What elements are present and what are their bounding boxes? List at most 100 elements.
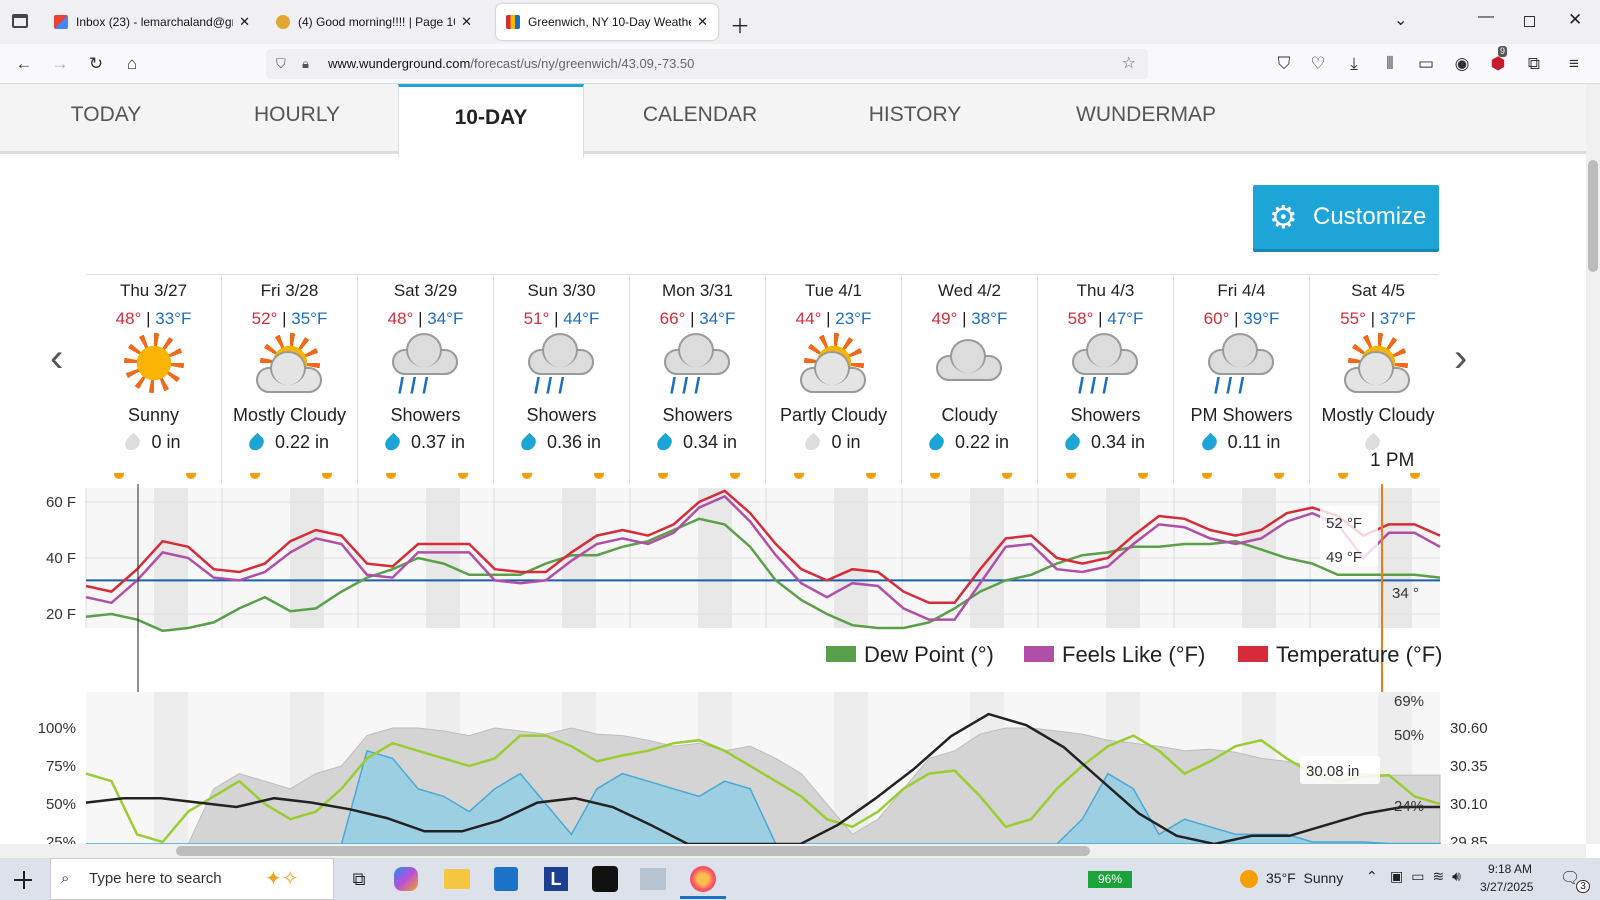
browser-tab-gmail[interactable]: Inbox (23) - lemarchaland@gmail.com ✕ <box>44 4 260 40</box>
tab-list-icon[interactable] <box>12 14 28 28</box>
task-view-icon[interactable]: ⧉ <box>344 864 374 894</box>
day-temps: 66° | 34°F <box>659 309 736 328</box>
taskbar-search[interactable]: ⌕ Type here to search ✦✧ <box>50 858 334 900</box>
high-temp: 60° <box>1203 309 1230 328</box>
menu-icon[interactable]: ≡ <box>1562 52 1586 76</box>
account-icon[interactable]: ◉ <box>1450 52 1474 76</box>
tab-hourly[interactable]: HOURLY <box>226 84 368 154</box>
battery-indicator[interactable]: 96% <box>1088 871 1132 888</box>
browser-tab-forum[interactable]: (4) Good morning!!!! | Page 102 ✕ <box>266 4 482 40</box>
clock-date[interactable]: 3/27/2025 <box>1480 880 1533 894</box>
forecast-day[interactable]: Fri 4/4 60° | 39°F///PM Showers 0.11 in <box>1174 275 1310 485</box>
day-precip: 0.34 in <box>630 432 765 454</box>
low-temp: 33°F <box>155 309 192 328</box>
weather-sun-icon[interactable] <box>1240 870 1258 888</box>
extensions-icon[interactable]: ⧉ <box>1522 52 1546 76</box>
firefox-active-indicator <box>680 896 726 899</box>
raindrop-icon <box>1198 432 1220 454</box>
high-temp: 49° <box>931 309 958 328</box>
vertical-scrollbar[interactable] <box>1586 84 1600 844</box>
close-icon[interactable]: ✕ <box>461 14 472 30</box>
tab-10-day[interactable]: 10-DAY <box>398 84 584 157</box>
tray-icons[interactable]: ▣▭≋🔊︎ <box>1390 868 1469 885</box>
right-axis-label: 30.35 <box>1450 758 1488 775</box>
forecast-day[interactable]: Sat 3/29 48° | 34°F///Showers 0.37 in <box>358 275 494 485</box>
previous-arrow-icon[interactable]: ‹ <box>50 336 63 381</box>
high-temp: 55° <box>1340 309 1366 328</box>
library-icon[interactable]: ⫴ <box>1378 52 1402 76</box>
save-to-pocket-icon[interactable]: ⛉ <box>1272 52 1296 76</box>
tab-history[interactable]: HISTORY <box>850 84 980 154</box>
back-icon[interactable]: ← <box>12 52 36 76</box>
next-arrow-icon[interactable]: › <box>1454 336 1467 381</box>
forecast-day[interactable]: Tue 4/1 44° | 23°F Partly Cloudy 0 in <box>766 275 902 485</box>
day-temps: 51° | 44°F <box>523 309 600 328</box>
download-icon[interactable]: ⤓ <box>1342 52 1366 76</box>
day-precip: 0.36 in <box>494 432 629 454</box>
tray-chevron-icon[interactable]: ⌃ <box>1366 868 1378 885</box>
day-name: Mon 3/31 <box>662 281 733 300</box>
reader-view-icon[interactable]: ▭ <box>1414 52 1438 76</box>
clock-time[interactable]: 9:18 AM <box>1488 862 1532 876</box>
minimize-icon[interactable]: — <box>1478 8 1494 26</box>
forecast-day[interactable]: Thu 4/3 58° | 47°F///Showers 0.34 in <box>1038 275 1174 485</box>
day-condition: Mostly Cloudy <box>1321 405 1435 425</box>
copilot-icon[interactable] <box>394 867 418 891</box>
precip-amount: 0.11 in <box>1227 432 1281 452</box>
store-icon[interactable] <box>494 867 518 891</box>
high-temp: 48° <box>387 309 414 328</box>
right-axis-label: 29.85 <box>1450 834 1488 844</box>
raindrop-icon <box>246 432 267 454</box>
forecast-day[interactable]: Fri 3/28 52° | 35°F Mostly Cloudy 0.22 in <box>222 275 358 485</box>
y-axis-label: 40 F <box>46 550 76 567</box>
browser-tab-weather[interactable]: Greenwich, NY 10-Day Weather ✕ <box>496 4 718 40</box>
url-domain: www.wunderground.com <box>328 56 471 71</box>
lock-icon[interactable]: 🔒︎ <box>302 49 309 79</box>
new-tab-icon[interactable]: ＋ <box>730 10 750 39</box>
close-icon[interactable]: ✕ <box>697 14 708 30</box>
chevron-down-icon[interactable]: ⌄ <box>1394 10 1407 30</box>
left-axis-label: 25% <box>46 834 76 844</box>
home-icon[interactable]: ⌂ <box>120 52 144 76</box>
left-axis-label: 100% <box>38 720 76 737</box>
close-icon[interactable]: ✕ <box>239 14 250 30</box>
forecast-day[interactable]: Wed 4/2 49° | 38°F Cloudy 0.22 in <box>902 275 1038 485</box>
forecast-charts: 60 F 40 F 20 F 52 °F 49 °F 34 ° Dew Point (°) F… <box>38 484 1488 844</box>
day-precip: 0 in <box>86 432 221 454</box>
horizontal-scrollbar[interactable] <box>0 844 1586 858</box>
sunrise-marker <box>1066 473 1076 479</box>
adblock-icon[interactable]: ⬢ 9 <box>1486 46 1510 76</box>
forecast-day[interactable]: Sun 3/30 51° | 44°F///Showers 0.36 in <box>494 275 630 485</box>
reload-icon[interactable]: ↻ <box>84 52 108 76</box>
showers-icon: /// <box>494 329 629 405</box>
close-window-icon[interactable]: ✕ <box>1568 10 1582 30</box>
l-app-icon[interactable]: L <box>544 867 568 891</box>
tab-title: Greenwich, NY 10-Day Weather <box>528 15 692 29</box>
day-name: Sat 3/29 <box>393 281 458 300</box>
firefox-icon[interactable] <box>690 866 716 892</box>
forward-icon[interactable]: → <box>48 52 72 76</box>
photos-icon[interactable] <box>640 868 666 890</box>
shield-icon[interactable]: ⛉ <box>276 49 286 79</box>
forecast-day[interactable]: Thu 3/27 48° | 33°F Sunny 0 in <box>86 275 222 485</box>
restore-icon[interactable] <box>1524 16 1535 27</box>
file-explorer-icon[interactable] <box>444 869 470 889</box>
forecast-day[interactable]: Mon 3/31 66° | 34°F///Showers 0.34 in <box>630 275 766 485</box>
legend-label: Dew Point (°) <box>864 642 994 667</box>
weather-text[interactable]: 35°F Sunny <box>1266 870 1343 886</box>
tab-today[interactable]: TODAY <box>40 84 172 154</box>
windows-start-icon[interactable] <box>14 871 32 889</box>
tab-calendar[interactable]: CALENDAR <box>620 84 780 154</box>
bookmark-star-icon[interactable]: ☆ <box>1122 49 1136 79</box>
pocket-icon[interactable]: ♡ <box>1306 52 1330 76</box>
hscroll-thumb[interactable] <box>176 846 1090 856</box>
day-temps: 52° | 35°F <box>251 309 328 328</box>
url-bar[interactable]: ⛉ 🔒︎ www.wunderground.com/forecast/us/ny… <box>266 49 1148 79</box>
customize-button[interactable]: ⚙ Customize <box>1253 185 1439 249</box>
camera-app-icon[interactable] <box>592 866 618 892</box>
tab-wundermap[interactable]: WUNDERMAP <box>1058 84 1234 154</box>
precip-amount: 0 in <box>151 432 181 452</box>
vscroll-thumb[interactable] <box>1588 160 1598 272</box>
legend-label: Temperature (°F) <box>1276 642 1443 667</box>
sunrise-marker <box>386 473 396 479</box>
